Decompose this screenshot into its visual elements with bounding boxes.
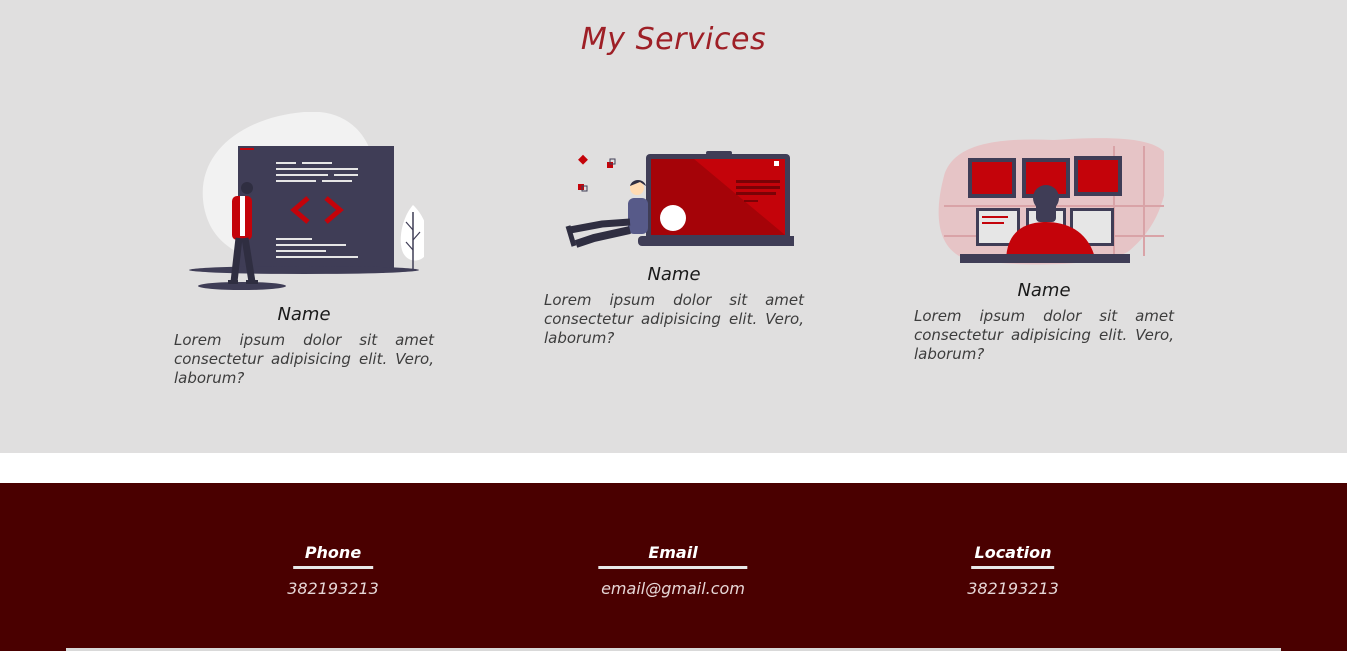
phone-number[interactable]: 382193213	[287, 579, 379, 598]
service-description: Lorem ipsum dolor sit amet consectetur a…	[544, 291, 804, 347]
location-value: 382193213	[967, 579, 1059, 598]
service-description: Lorem ipsum dolor sit amet consectetur a…	[174, 331, 434, 387]
contact-title: Location	[971, 543, 1055, 569]
contact-title: Email	[598, 543, 748, 569]
service-card: Name Lorem ipsum dolor sit amet consecte…	[174, 112, 434, 388]
services-title: My Services	[580, 22, 767, 57]
email-address[interactable]: email@gmail.com	[598, 579, 747, 598]
laptop-person-illustration	[565, 151, 794, 248]
service-name: Name	[647, 264, 701, 285]
contact-title: Phone	[292, 543, 374, 569]
service-description: Lorem ipsum dolor sit amet consectetur a…	[914, 307, 1174, 363]
contact-email: Email email@gmail.com	[598, 543, 748, 598]
service-name: Name	[1017, 280, 1071, 301]
service-name: Name	[277, 304, 331, 325]
service-card: Name Lorem ipsum dolor sit amet consecte…	[544, 148, 804, 348]
contact-phone: Phone 382193213	[287, 543, 379, 598]
service-card: Name Lorem ipsum dolor sit amet consecte…	[914, 136, 1174, 364]
contact-location: Location 382193213	[967, 543, 1059, 598]
contact-footer: Phone 382193213 Email email@gmail.com Lo…	[0, 483, 1347, 651]
services-section: My Services Name Lorem ipsum dolor sit a…	[0, 0, 1347, 453]
web-developer-illustration	[189, 112, 424, 290]
monitors-workstation-illustration	[938, 138, 1164, 265]
